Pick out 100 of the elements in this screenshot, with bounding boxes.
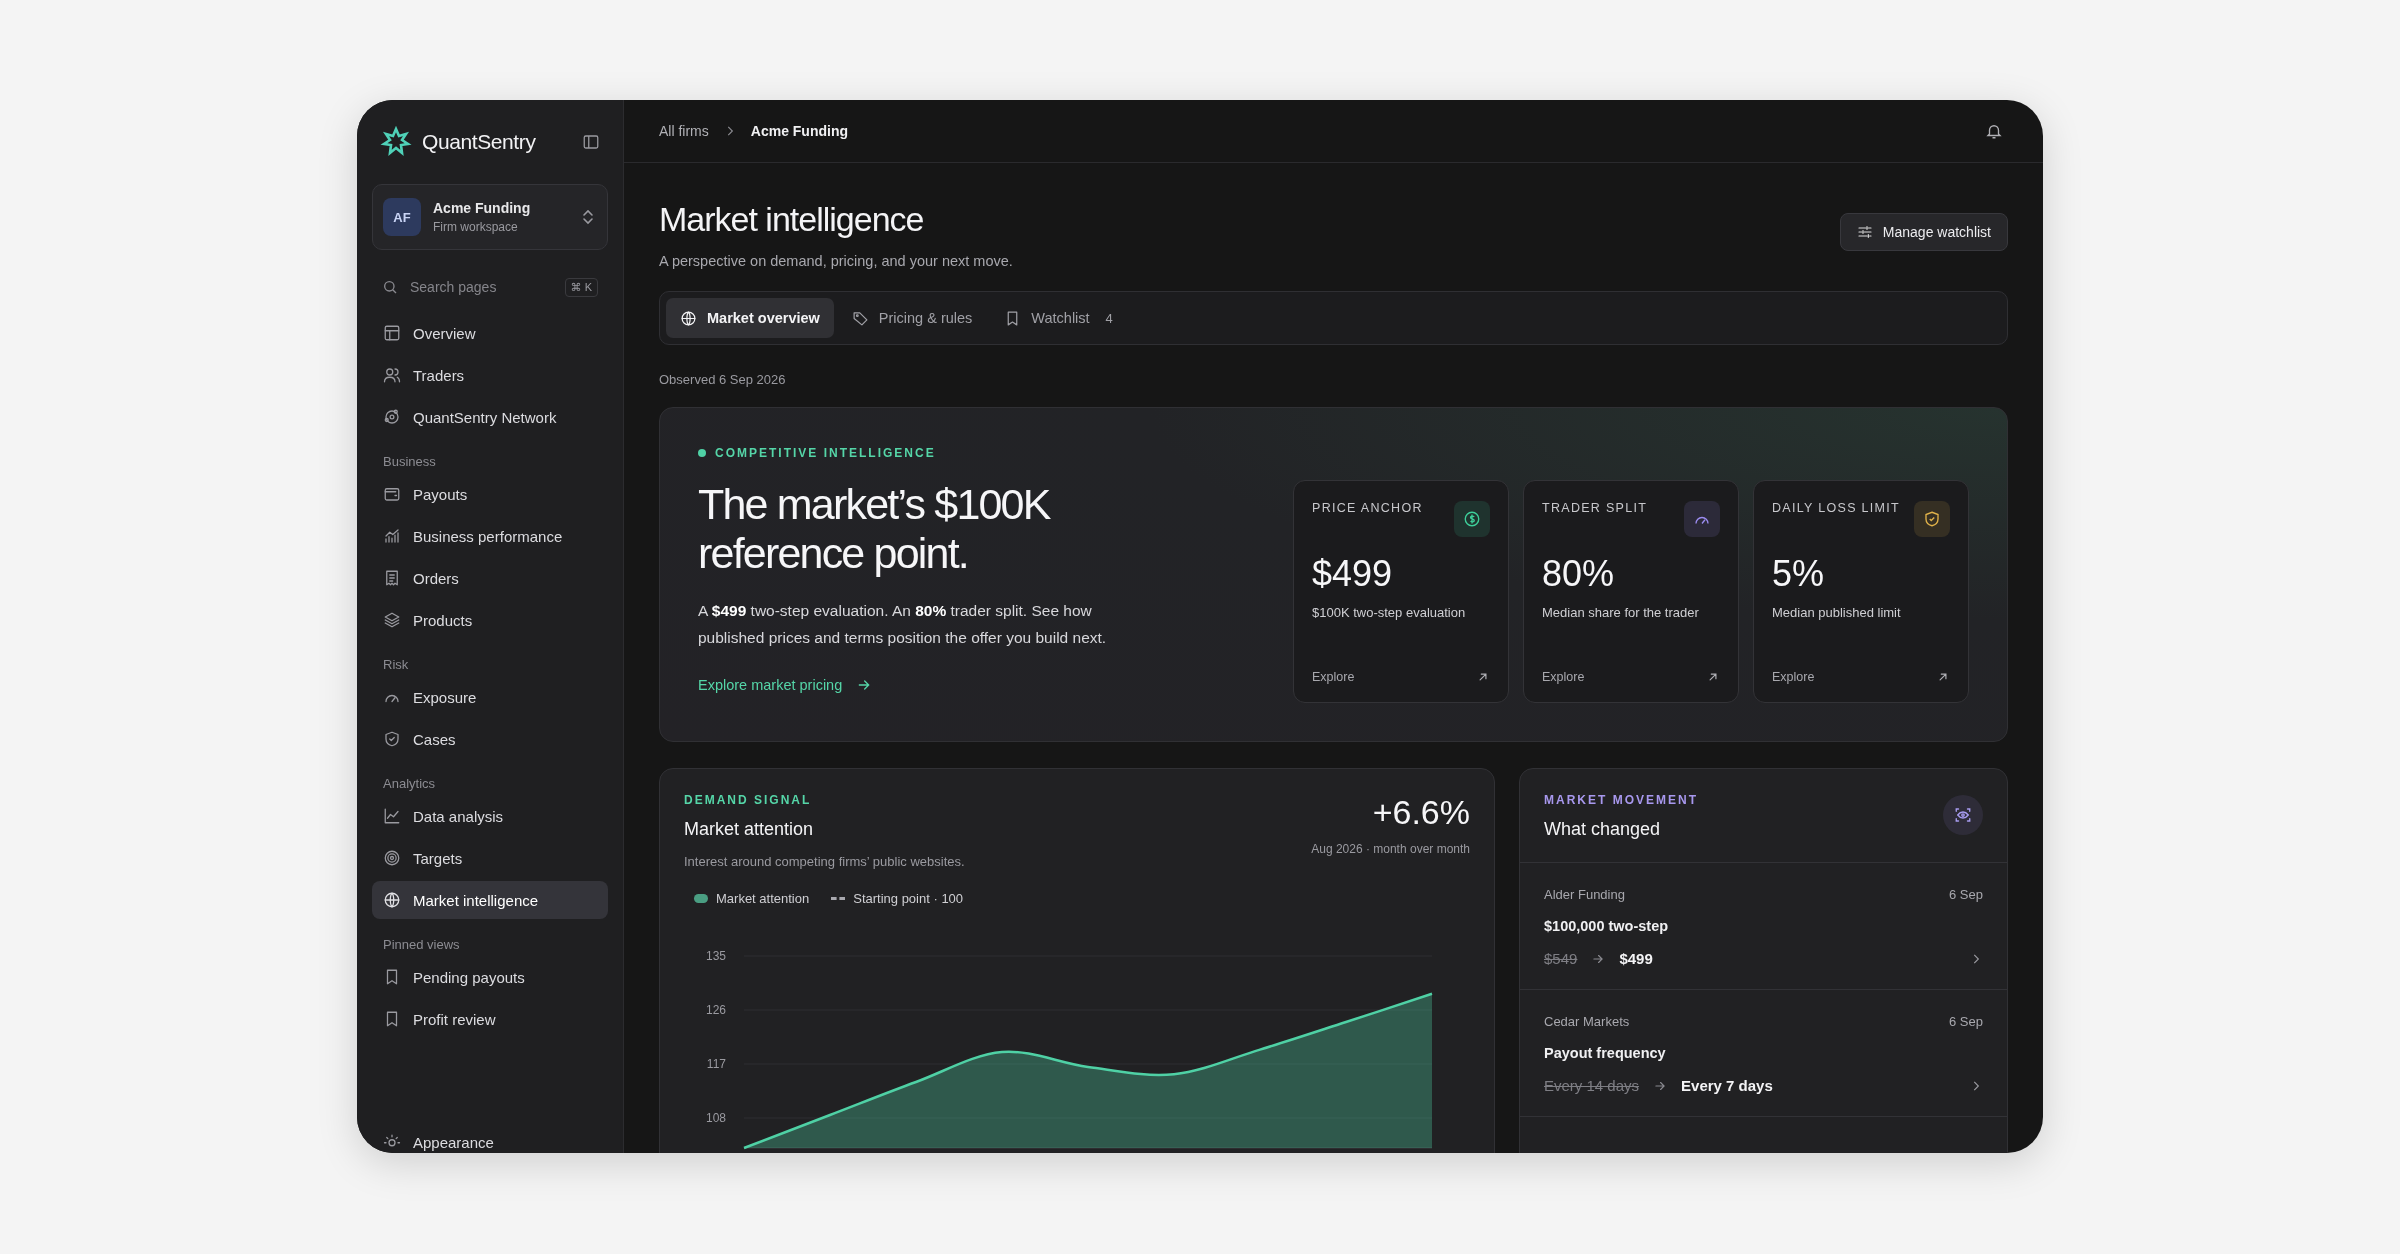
- people-icon: [383, 366, 401, 384]
- nav-item[interactable]: Business performance: [372, 517, 608, 555]
- stat-caption: $100K two-step evaluation: [1312, 605, 1467, 620]
- legend-label: Starting point · 100: [853, 891, 964, 906]
- card-subtitle: Interest around competing firms’ public websites.: [684, 854, 965, 869]
- workspace-avatar: AF: [383, 198, 421, 236]
- change-date: 6 Sep: [1949, 887, 1983, 902]
- stat-card[interactable]: DAILY LOSS LIMIT 5% Median published limit Explore: [1753, 480, 1969, 703]
- tab[interactable]: Pricing & rules: [837, 298, 987, 338]
- stat-value: $499: [1312, 553, 1394, 595]
- stat-caption: Median share for the trader: [1542, 605, 1700, 620]
- change-caption: Aug 2026 · month over month: [1311, 842, 1470, 856]
- eyebrow-label: MARKET MOVEMENT: [1544, 793, 1698, 807]
- stat-value: 80%: [1542, 553, 1616, 595]
- sliders-icon: [1856, 224, 1873, 240]
- workspace-name: Acme Funding: [433, 200, 532, 216]
- hero-description: A $499 two-step evaluation. An 80% trader split. See how published prices and terms position the offer you build next.: [698, 601, 1108, 649]
- logo-icon: [380, 126, 412, 158]
- nav-item[interactable]: Market intelligence: [372, 881, 608, 919]
- nav-item[interactable]: QuantSentry Network: [372, 398, 608, 436]
- old-value: Every 14 days: [1544, 1077, 1640, 1094]
- legend-swatch-icon: [694, 894, 708, 903]
- axis-tick-label: 108: [705, 1111, 726, 1125]
- receipt-icon: [383, 569, 401, 587]
- bar-chart-icon: [383, 527, 401, 545]
- tab[interactable]: Market overview: [666, 298, 834, 338]
- notification-bell-icon[interactable]: [1985, 122, 2003, 140]
- eyebrow-label: DEMAND SIGNAL: [684, 793, 813, 807]
- chevron-updown-icon: [581, 208, 595, 226]
- card-title: What changed: [1544, 819, 1662, 840]
- page-title: Market intelligence: [659, 200, 925, 239]
- tag-icon: [851, 309, 869, 327]
- stat-label: PRICE ANCHOR: [1312, 501, 1423, 515]
- stat-card[interactable]: PRICE ANCHOR $499 $100K two-step evaluation Explore: [1293, 480, 1509, 703]
- legend-dash-icon: [831, 897, 846, 900]
- stat-caption: Median published limit: [1772, 605, 1902, 620]
- nav-item[interactable]: Profit review: [372, 1000, 608, 1038]
- legend-label: Market attention: [716, 891, 810, 906]
- nav-item[interactable]: Appearance: [372, 1123, 608, 1153]
- axis-tick-label: 126: [705, 1003, 726, 1017]
- stat-card[interactable]: TRADER SPLIT 80% Median share for the trader Explore: [1523, 480, 1739, 703]
- nav-item[interactable]: Cases: [372, 720, 608, 758]
- stat-label: DAILY LOSS LIMIT: [1772, 501, 1900, 515]
- globe-icon: [383, 891, 401, 909]
- old-value: $549: [1544, 950, 1578, 967]
- watchlist-count: 4: [1105, 310, 1113, 326]
- breadcrumb-link[interactable]: Acme Funding: [750, 123, 848, 139]
- nav-item[interactable]: Orders: [372, 559, 608, 597]
- axis-tick-label: 135: [705, 949, 726, 963]
- nav-item[interactable]: Exposure: [372, 678, 608, 716]
- stat-value: 5%: [1772, 553, 1826, 595]
- nav-item[interactable]: Payouts: [372, 475, 608, 513]
- explore-link[interactable]: Explore: [1542, 670, 1585, 684]
- change-title: Payout frequency: [1544, 1045, 1667, 1061]
- section-label: Pinned views: [382, 936, 461, 954]
- change-row[interactable]: Alder Funding 6 Sep $100,000 two-step $549 $499: [1520, 863, 2007, 990]
- brand-name: QuantSentry: [422, 130, 536, 154]
- page-subtitle: A perspective on demand, pricing, and your next move.: [659, 253, 1013, 269]
- firm-name: Alder Funding: [1544, 887, 1625, 902]
- layers-icon: [383, 611, 401, 629]
- globe-icon: [680, 309, 697, 327]
- manage-watchlist-button[interactable]: Manage watchlist: [1839, 213, 2008, 251]
- search-icon: [382, 279, 398, 295]
- explore-link[interactable]: Explore: [1772, 670, 1815, 684]
- nav-item[interactable]: Traders: [372, 356, 608, 394]
- nav-item[interactable]: Data analysis: [372, 797, 608, 835]
- shield-icon: [383, 730, 401, 748]
- search-field[interactable]: Search pages: [410, 279, 553, 295]
- card-title: Market attention: [684, 819, 815, 840]
- eyebrow-label: COMPETITIVE INTELLIGENCE: [715, 446, 936, 460]
- explore-pricing-link[interactable]: Explore market pricing: [698, 677, 873, 694]
- sidebar-toggle-icon[interactable]: [582, 133, 600, 151]
- network-icon: [383, 408, 401, 426]
- shortcut-hint: ⌘ K: [564, 277, 598, 297]
- observed-date: Observed 6 Sep 2026: [659, 372, 787, 387]
- stat-label: TRADER SPLIT: [1542, 501, 1648, 515]
- section-label: Analytics: [382, 775, 437, 793]
- target-icon: [383, 849, 401, 867]
- change-title: $100,000 two-step: [1544, 918, 1670, 934]
- tab[interactable]: Watchlist 4: [990, 298, 1127, 338]
- breadcrumb-link[interactable]: All firms: [659, 123, 709, 139]
- wallet-icon: [383, 485, 401, 503]
- nav-item[interactable]: Products: [372, 601, 608, 639]
- section-label: Risk: [382, 656, 410, 674]
- new-value: Every 7 days: [1681, 1077, 1773, 1094]
- eye-scan-icon[interactable]: [1943, 795, 1983, 835]
- section-label: Business: [382, 453, 437, 471]
- workspace-subtitle: Firm workspace: [433, 220, 519, 234]
- nav-item[interactable]: Overview: [372, 314, 608, 352]
- firm-name: Cedar Markets: [1544, 1014, 1630, 1029]
- nav-item[interactable]: Pending payouts: [372, 958, 608, 996]
- line-chart-icon: [383, 807, 401, 825]
- change-value: +6.6%: [1371, 793, 1470, 832]
- change-row[interactable]: Cedar Markets 6 Sep Payout frequency Every 14 days Every 7 days: [1520, 990, 2007, 1117]
- layout-icon: [383, 324, 401, 342]
- explore-link[interactable]: Explore: [1312, 670, 1355, 684]
- status-dot-icon: [698, 449, 706, 457]
- workspace-switcher[interactable]: AF Acme Funding Firm workspace: [372, 184, 608, 250]
- nav-item[interactable]: Targets: [372, 839, 608, 877]
- change-date: 6 Sep: [1949, 1014, 1983, 1029]
